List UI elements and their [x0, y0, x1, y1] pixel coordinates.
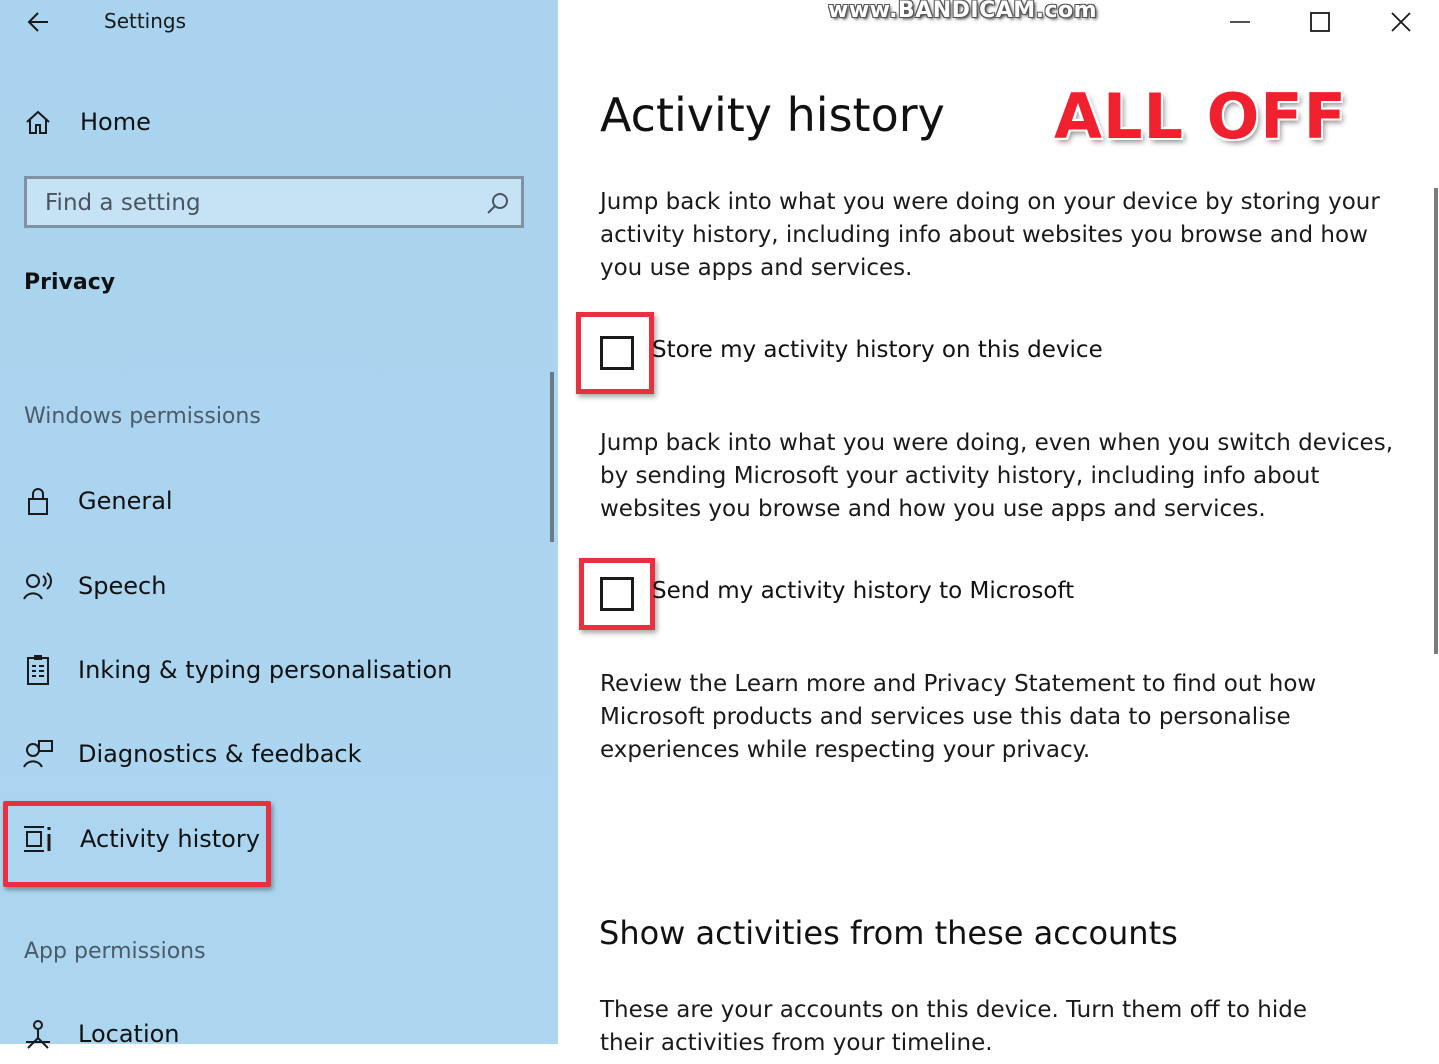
sidebar-item-label: General	[78, 487, 173, 515]
back-button[interactable]	[22, 6, 56, 38]
sidebar: Settings Home Privacy Windows permission…	[0, 0, 558, 1049]
close-button[interactable]	[1361, 0, 1439, 44]
send-activity-label[interactable]: Send my activity history to Microsoft	[652, 578, 1074, 604]
page-title: Activity history	[600, 88, 945, 142]
intro-text: Jump back into what you were doing on yo…	[600, 189, 1380, 281]
sidebar-item-label: Diagnostics & feedback	[78, 740, 362, 768]
review-text: Review the Learn more and Privacy Statem…	[600, 671, 1317, 763]
sidebar-item-home[interactable]: Home	[0, 92, 558, 152]
store-activity-option[interactable]: Store my activity history on this device	[576, 312, 1276, 394]
minimize-button[interactable]	[1200, 0, 1280, 44]
watermark: www.BANDICAM.com	[828, 0, 1098, 23]
accounts-section-title: Show activities from these accounts	[599, 914, 1178, 952]
sidebar-item-speech[interactable]: Speech	[0, 556, 558, 616]
inking-icon	[22, 654, 54, 686]
group-header-windows-permissions: Windows permissions	[24, 404, 261, 429]
diagnostics-icon	[22, 738, 54, 770]
sidebar-scrollbar[interactable]	[550, 372, 554, 542]
sidebar-item-label: Speech	[78, 572, 167, 600]
sidebar-item-diagnostics[interactable]: Diagnostics & feedback	[0, 724, 558, 784]
search-box[interactable]	[24, 176, 524, 228]
maximize-button[interactable]	[1280, 0, 1360, 44]
back-arrow-icon	[27, 12, 48, 32]
sync-text: Jump back into what you were doing, even…	[600, 430, 1394, 522]
overlay-annotation: ALL OFF	[1054, 80, 1347, 153]
sidebar-item-label: Inking & typing personalisation	[78, 656, 453, 684]
search-input[interactable]	[43, 187, 477, 219]
lock-icon	[22, 485, 54, 517]
search-icon[interactable]	[485, 191, 511, 217]
accounts-text: These are your accounts on this device. …	[600, 997, 1307, 1056]
sidebar-item-inking-typing[interactable]: Inking & typing personalisation	[0, 640, 558, 700]
minimize-icon	[1230, 21, 1250, 23]
selected-item-highlight	[3, 801, 271, 887]
store-activity-label[interactable]: Store my activity history on this device	[652, 337, 1103, 363]
store-activity-checkbox[interactable]	[600, 336, 634, 370]
maximize-icon	[1310, 12, 1330, 32]
main-scrollbar[interactable]	[1434, 188, 1438, 654]
main-content: www.BANDICAM.com Activity history ALL OF…	[558, 0, 1439, 1056]
location-icon	[22, 1018, 54, 1050]
group-header-app-permissions: App permissions	[24, 939, 206, 964]
sidebar-item-label: Home	[80, 108, 151, 136]
sidebar-item-general[interactable]: General	[0, 471, 558, 531]
speech-icon	[22, 570, 54, 602]
send-activity-checkbox[interactable]	[600, 577, 634, 611]
send-activity-option[interactable]: Send my activity history to Microsoft	[579, 558, 1279, 630]
section-title: Privacy	[24, 270, 116, 295]
home-icon	[22, 106, 54, 138]
close-icon	[1391, 12, 1411, 32]
app-title: Settings	[104, 9, 187, 33]
sidebar-item-location[interactable]: Location	[0, 1004, 558, 1064]
